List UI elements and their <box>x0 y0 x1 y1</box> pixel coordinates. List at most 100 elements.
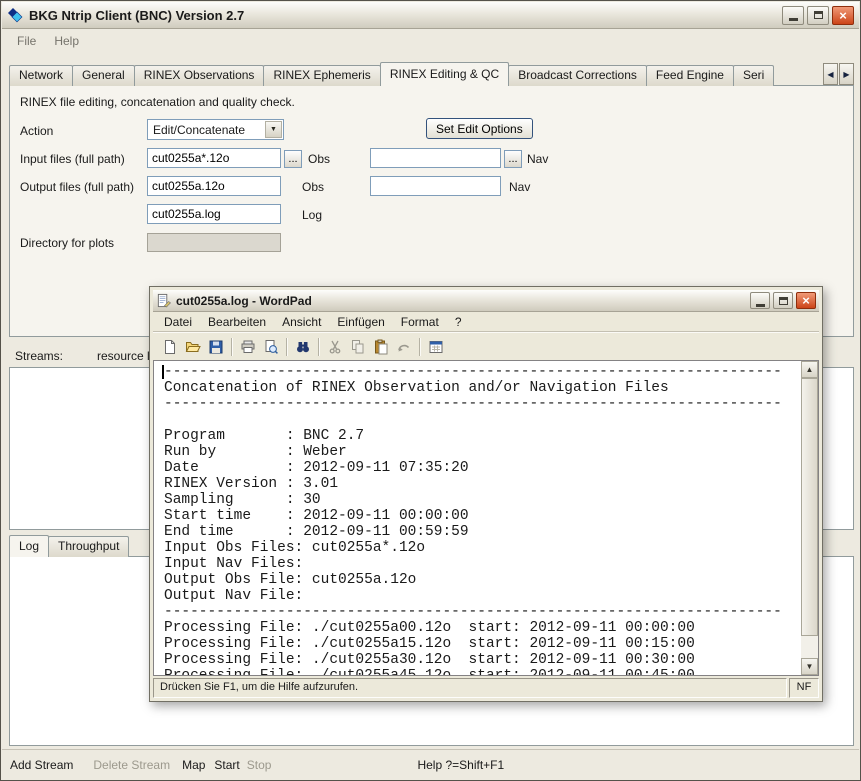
menu-einfuegen[interactable]: Einfügen <box>329 313 392 331</box>
document-text[interactable]: ----------------------------------------… <box>154 361 818 676</box>
window-title: BKG Ntrip Client (BNC) Version 2.7 <box>29 8 779 23</box>
minimize-button[interactable] <box>782 6 804 25</box>
wordpad-minimize-button[interactable] <box>750 292 770 309</box>
action-label: Action <box>20 124 53 138</box>
text-caret <box>162 365 164 379</box>
stop-button: Stop <box>247 758 272 772</box>
input-files-label: Input files (full path) <box>20 152 125 166</box>
output-obs-field[interactable] <box>147 176 281 196</box>
find-icon[interactable] <box>291 336 314 358</box>
tab-broadcast-corrections[interactable]: Broadcast Corrections <box>508 65 647 86</box>
wordpad-statusbar: Drücken Sie F1, um die Hilfe aufzurufen.… <box>153 678 819 698</box>
close-icon: × <box>802 294 810 307</box>
start-button[interactable]: Start <box>214 758 239 772</box>
minimize-icon <box>789 18 798 21</box>
panel-description: RINEX file editing, concatenation and qu… <box>20 95 295 109</box>
scrollbar-thumb[interactable] <box>801 378 818 636</box>
bnc-menubar: File Help <box>2 29 859 52</box>
bnc-app-icon <box>7 7 23 23</box>
action-dropdown[interactable]: Edit/Concatenate ▼ <box>147 119 284 140</box>
close-icon: × <box>839 9 847 22</box>
datetime-icon[interactable] <box>424 336 447 358</box>
tab-strip: Network General RINEX Observations RINEX… <box>9 62 821 86</box>
open-folder-icon[interactable] <box>181 336 204 358</box>
menu-file[interactable]: File <box>8 31 45 51</box>
map-button[interactable]: Map <box>182 758 205 772</box>
chevron-down-icon[interactable]: ▼ <box>265 121 282 138</box>
tab-scroll-left-icon[interactable]: ◀ <box>823 63 838 85</box>
help-button[interactable]: Help ?=Shift+F1 <box>417 758 504 772</box>
menu-ansicht[interactable]: Ansicht <box>274 313 329 331</box>
input-nav-suffix-label: Nav <box>527 152 548 166</box>
save-icon[interactable] <box>204 336 227 358</box>
input-obs-field[interactable] <box>147 148 281 168</box>
set-edit-options-button[interactable]: Set Edit Options <box>426 118 533 139</box>
add-stream-button[interactable]: Add Stream <box>10 758 73 772</box>
menu-datei[interactable]: Datei <box>156 313 200 331</box>
tab-rinex-ephemeris[interactable]: RINEX Ephemeris <box>263 65 380 86</box>
tab-serial[interactable]: Seri <box>733 65 774 86</box>
output-files-label: Output files (full path) <box>20 180 134 194</box>
bottom-action-bar: Add Stream Delete Stream Map Start Stop … <box>2 749 859 779</box>
toolbar-separator <box>419 338 420 356</box>
toolbar-separator <box>286 338 287 356</box>
status-indicator: NF <box>789 678 819 698</box>
input-nav-field[interactable] <box>370 148 501 168</box>
toolbar-separator <box>231 338 232 356</box>
copy-icon <box>346 336 369 358</box>
wordpad-window: cut0255a.log - WordPad × Datei Bearbeite… <box>149 286 823 702</box>
maximize-button[interactable] <box>807 6 829 25</box>
plots-directory-label: Directory for plots <box>20 236 114 250</box>
maximize-icon <box>814 11 823 19</box>
delete-stream-button: Delete Stream <box>93 758 170 772</box>
input-nav-browse-button[interactable]: ... <box>504 150 522 168</box>
tab-rinex-observations[interactable]: RINEX Observations <box>134 65 265 86</box>
tab-rinex-editing-qc[interactable]: RINEX Editing & QC <box>380 62 509 86</box>
bnc-main-window: BKG Ntrip Client (BNC) Version 2.7 × Fil… <box>0 0 861 781</box>
print-icon[interactable] <box>236 336 259 358</box>
wordpad-close-button[interactable]: × <box>796 292 816 309</box>
toolbar-separator <box>318 338 319 356</box>
log-file-field[interactable] <box>147 204 281 224</box>
close-button[interactable]: × <box>832 6 854 25</box>
tab-general[interactable]: General <box>72 65 135 86</box>
bnc-titlebar[interactable]: BKG Ntrip Client (BNC) Version 2.7 × <box>2 2 859 29</box>
maximize-icon <box>779 297 788 305</box>
wordpad-menubar: Datei Bearbeiten Ansicht Einfügen Format… <box>153 312 819 332</box>
plots-directory-field <box>147 233 281 252</box>
undo-icon <box>392 336 415 358</box>
paste-icon[interactable] <box>369 336 392 358</box>
streams-header: Streams: resource loa <box>15 349 163 363</box>
input-obs-browse-button[interactable]: ... <box>284 150 302 168</box>
log-suffix-label: Log <box>302 208 322 222</box>
tab-network[interactable]: Network <box>9 65 73 86</box>
streams-label: Streams: <box>15 349 63 363</box>
wordpad-titlebar[interactable]: cut0255a.log - WordPad × <box>153 290 819 312</box>
log-tab-strip: Log Throughput <box>9 535 128 557</box>
menu-bearbeiten[interactable]: Bearbeiten <box>200 313 274 331</box>
menu-format[interactable]: Format <box>393 313 447 331</box>
input-obs-suffix-label: Obs <box>308 152 330 166</box>
scroll-up-icon[interactable]: ▲ <box>801 361 818 378</box>
wordpad-maximize-button[interactable] <box>773 292 793 309</box>
wordpad-document[interactable]: ----------------------------------------… <box>153 360 819 676</box>
tab-throughput[interactable]: Throughput <box>48 536 129 557</box>
tab-log[interactable]: Log <box>9 535 49 557</box>
action-dropdown-value: Edit/Concatenate <box>148 123 264 137</box>
wordpad-toolbar <box>153 332 819 360</box>
output-obs-suffix-label: Obs <box>302 180 324 194</box>
scroll-down-icon[interactable]: ▼ <box>801 658 818 675</box>
menu-hilfe[interactable]: ? <box>447 313 470 331</box>
output-nav-field[interactable] <box>370 176 501 196</box>
vertical-scrollbar[interactable]: ▲ ▼ <box>801 361 818 675</box>
print-preview-icon[interactable] <box>259 336 282 358</box>
menu-help[interactable]: Help <box>45 31 88 51</box>
wordpad-app-icon <box>156 293 171 308</box>
output-nav-suffix-label: Nav <box>509 180 530 194</box>
cut-icon <box>323 336 346 358</box>
wordpad-window-title: cut0255a.log - WordPad <box>176 294 747 308</box>
tab-feed-engine[interactable]: Feed Engine <box>646 65 734 86</box>
tab-scroll-right-icon[interactable]: ▶ <box>839 63 854 85</box>
minimize-icon <box>756 304 765 307</box>
new-document-icon[interactable] <box>158 336 181 358</box>
